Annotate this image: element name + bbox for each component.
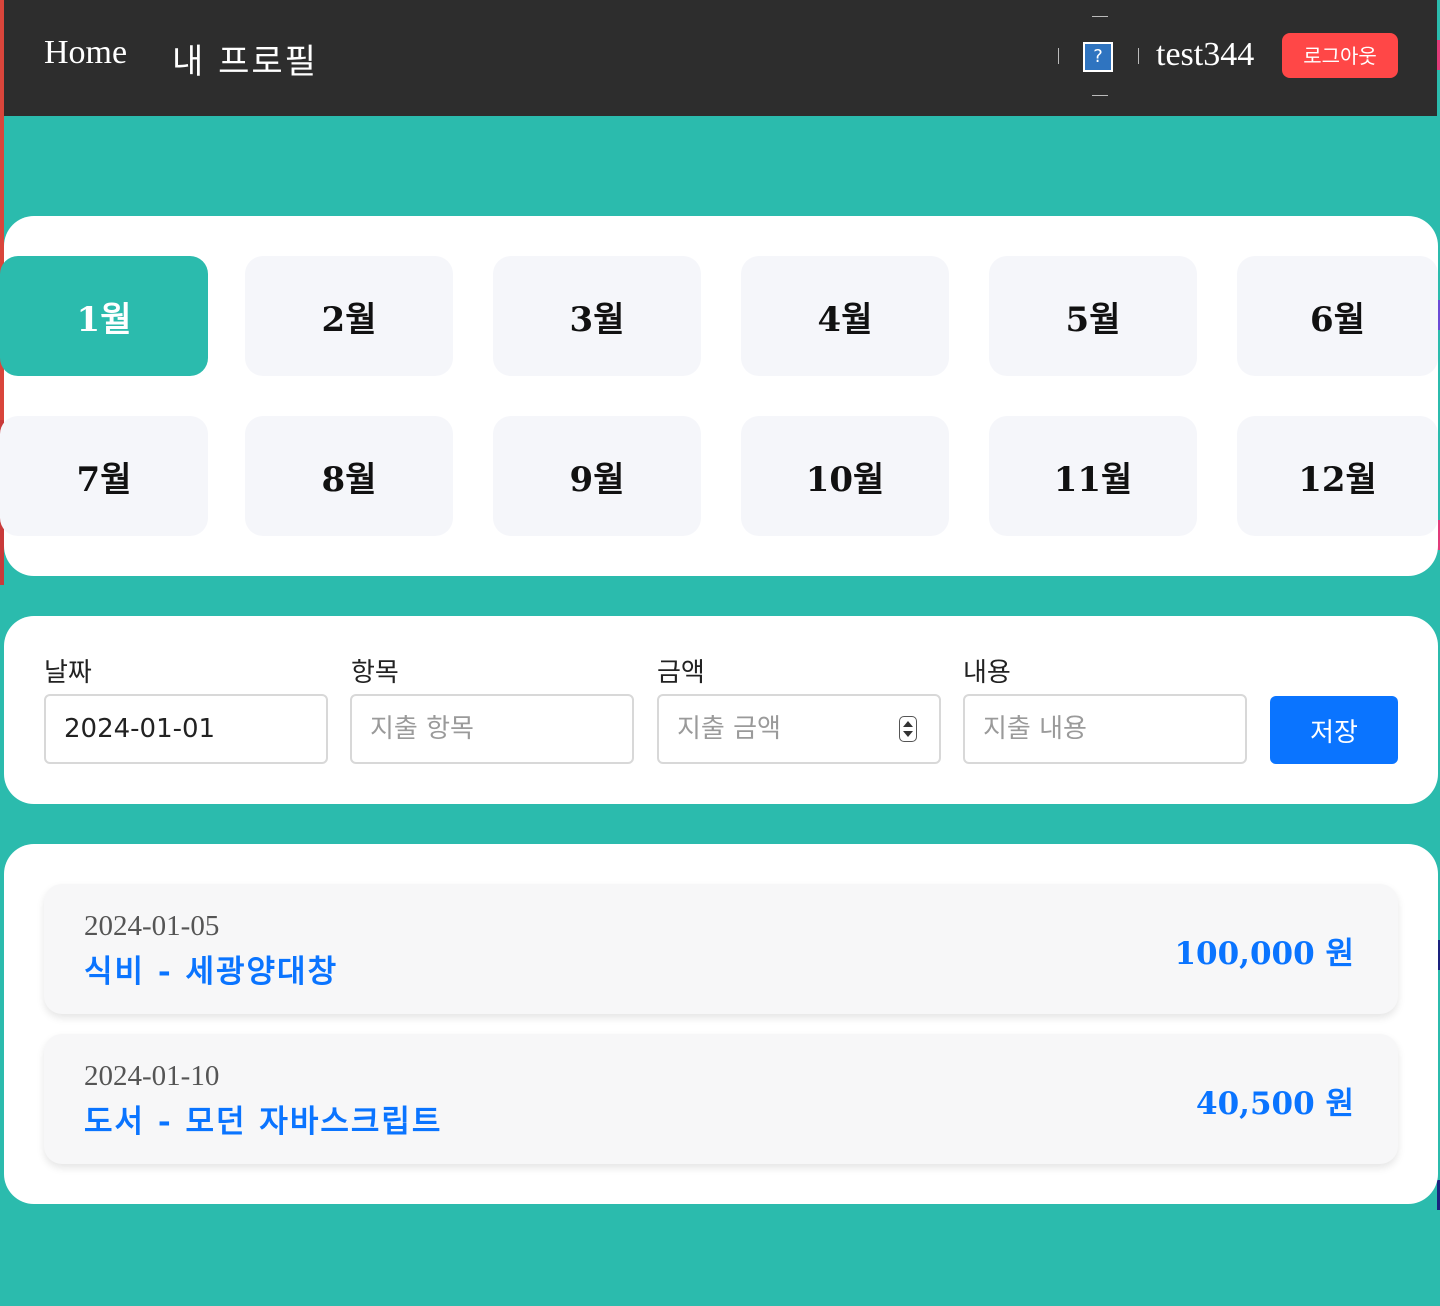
item-label: 항목 bbox=[351, 658, 399, 688]
help-button[interactable]: ? bbox=[1058, 16, 1140, 96]
month-button-6[interactable]: 6월 bbox=[1237, 256, 1438, 376]
nav-home-link[interactable]: Home bbox=[44, 34, 127, 72]
month-button-1[interactable]: 1월 bbox=[0, 256, 208, 376]
content-label: 내용 bbox=[963, 658, 1011, 688]
entry-title: 도서 - 모던 자바스크립트 bbox=[84, 1104, 443, 1140]
month-button-4[interactable]: 4월 bbox=[741, 256, 949, 376]
number-spinner-icon[interactable] bbox=[899, 716, 917, 742]
month-button-5[interactable]: 5월 bbox=[989, 256, 1197, 376]
expense-form: 날짜 2024-01-01 항목 지출 항목 금액 지출 금액 내용 지출 내용… bbox=[4, 616, 1438, 804]
list-item[interactable]: 2024-01-05 식비 - 세광양대창 100,000 원 bbox=[44, 884, 1398, 1014]
month-button-8[interactable]: 8월 bbox=[245, 416, 453, 536]
month-button-2[interactable]: 2월 bbox=[245, 256, 453, 376]
logout-button[interactable]: 로그아웃 bbox=[1282, 33, 1398, 78]
amount-input[interactable]: 지출 금액 bbox=[657, 694, 941, 764]
month-button-10[interactable]: 10월 bbox=[741, 416, 949, 536]
item-input[interactable]: 지출 항목 bbox=[350, 694, 634, 764]
date-input[interactable]: 2024-01-01 bbox=[44, 694, 328, 764]
amount-label: 금액 bbox=[657, 658, 705, 688]
nav-profile-link[interactable]: 내 프로필 bbox=[172, 34, 318, 83]
content-input[interactable]: 지출 내용 bbox=[963, 694, 1247, 764]
date-label: 날짜 bbox=[44, 658, 92, 688]
entry-amount: 100,000 원 bbox=[1174, 936, 1354, 972]
entry-title: 식비 - 세광양대창 bbox=[84, 954, 339, 990]
entry-date: 2024-01-10 bbox=[84, 1060, 220, 1092]
month-selector: 1월 2월 3월 4월 5월 6월 7월 8월 9월 10월 11월 12월 bbox=[0, 216, 1438, 576]
amount-placeholder: 지출 금액 bbox=[677, 714, 781, 744]
username: test344 bbox=[1156, 36, 1255, 73]
list-item[interactable]: 2024-01-10 도서 - 모던 자바스크립트 40,500 원 bbox=[44, 1034, 1398, 1164]
entry-date: 2024-01-05 bbox=[84, 910, 220, 942]
month-button-7[interactable]: 7월 bbox=[0, 416, 208, 536]
expense-list: 2024-01-05 식비 - 세광양대창 100,000 원 2024-01-… bbox=[4, 844, 1438, 1204]
entry-amount: 40,500 원 bbox=[1196, 1086, 1354, 1122]
month-button-12[interactable]: 12월 bbox=[1237, 416, 1438, 536]
month-button-3[interactable]: 3월 bbox=[493, 256, 701, 376]
month-button-9[interactable]: 9월 bbox=[493, 416, 701, 536]
save-button[interactable]: 저장 bbox=[1270, 696, 1398, 764]
month-button-11[interactable]: 11월 bbox=[989, 416, 1197, 536]
top-nav: Home 내 프로필 ? test344 로그아웃 bbox=[4, 0, 1437, 116]
question-mark-icon[interactable]: ? bbox=[1083, 42, 1113, 72]
